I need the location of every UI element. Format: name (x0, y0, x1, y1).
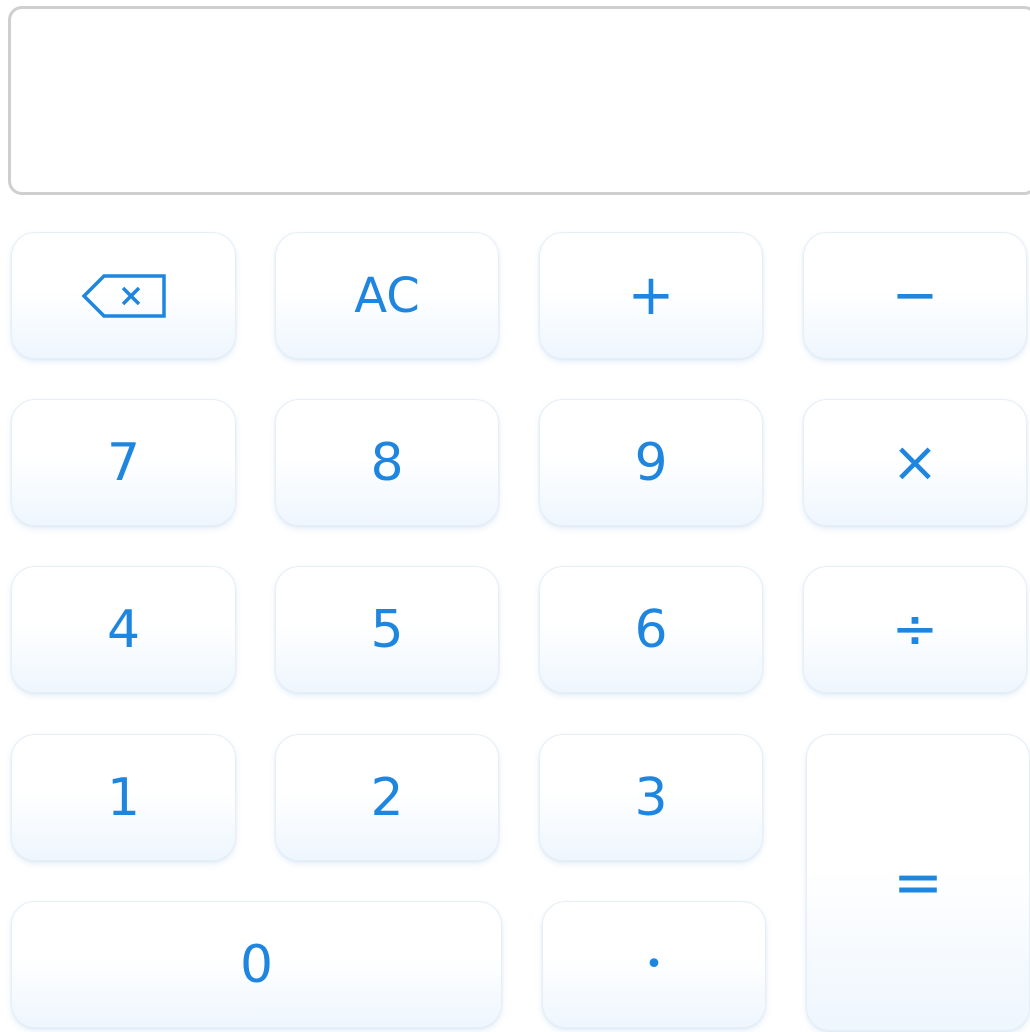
digit-5-label: 5 (370, 599, 404, 660)
clear-label: AC (354, 267, 420, 324)
digit-0-label: 0 (239, 934, 274, 995)
clear-button[interactable]: AC (275, 232, 499, 359)
digit-5-button[interactable]: 5 (275, 566, 499, 693)
digit-3-button[interactable]: 3 (539, 734, 763, 861)
digit-6-button[interactable]: 6 (539, 566, 763, 693)
digit-7-label: 7 (106, 432, 141, 493)
minus-button[interactable]: − (803, 232, 1027, 359)
digit-8-button[interactable]: 8 (275, 399, 499, 526)
divide-label: ÷ (891, 596, 939, 662)
plus-label: + (627, 262, 675, 328)
digit-8-label: 8 (370, 432, 404, 493)
digit-3-label: 3 (634, 767, 668, 828)
digit-7-button[interactable]: 7 (11, 399, 236, 526)
plus-button[interactable]: + (539, 232, 763, 359)
decimal-label: • (645, 946, 663, 982)
digit-1-button[interactable]: 1 (11, 734, 236, 861)
backspace-button[interactable] (11, 232, 236, 359)
multiply-label: × (891, 429, 939, 495)
digit-4-label: 4 (106, 599, 141, 660)
equals-button[interactable]: = (806, 734, 1030, 1031)
minus-label: − (891, 262, 939, 328)
decimal-button[interactable]: • (542, 901, 766, 1028)
digit-1-label: 1 (106, 767, 141, 828)
backspace-icon (80, 272, 168, 320)
digit-0-button[interactable]: 0 (11, 901, 502, 1028)
digit-9-label: 9 (634, 432, 668, 493)
calculator-display (8, 6, 1030, 195)
digit-9-button[interactable]: 9 (539, 399, 763, 526)
equals-label: = (892, 847, 944, 918)
multiply-button[interactable]: × (803, 399, 1027, 526)
divide-button[interactable]: ÷ (803, 566, 1027, 693)
digit-2-label: 2 (370, 767, 404, 828)
digit-6-label: 6 (634, 599, 668, 660)
digit-2-button[interactable]: 2 (275, 734, 499, 861)
digit-4-button[interactable]: 4 (11, 566, 236, 693)
